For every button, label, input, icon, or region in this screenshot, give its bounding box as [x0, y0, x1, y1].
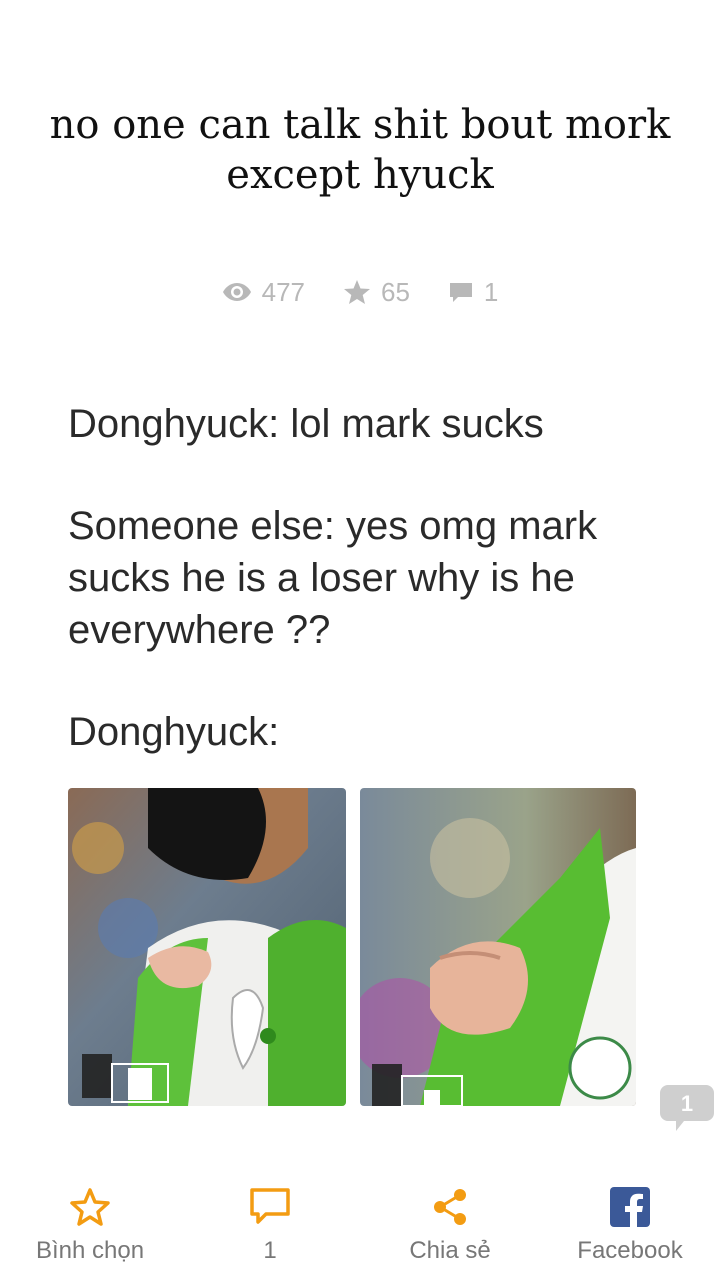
share-button[interactable]: Chia sẻ [360, 1175, 540, 1280]
views-stat: 477 [222, 277, 305, 308]
meme-line-1: Donghyuck: lol mark sucks [68, 402, 544, 446]
votes-count: 65 [381, 276, 410, 307]
share-icon [430, 1185, 470, 1229]
star-outline-icon [69, 1185, 111, 1229]
comment-button[interactable]: 1 [180, 1175, 360, 1280]
comment-icon [448, 280, 474, 304]
meme-line-2: Someone else: yes omg mark sucks he is a… [68, 504, 598, 652]
comments-stat: 1 [448, 277, 498, 308]
meme-line-3: Donghyuck: [68, 710, 280, 754]
eye-icon [222, 281, 252, 303]
comments-count: 1 [483, 276, 499, 307]
meme-photo-right [360, 788, 636, 1106]
story-title: no one can talk shit bout mork except hy… [49, 102, 671, 198]
floating-comment-bubble[interactable]: 1 [660, 1085, 714, 1133]
facebook-label: Facebook [577, 1237, 683, 1264]
star-icon [343, 279, 371, 305]
comment-label: 1 [263, 1237, 277, 1264]
vote-label: Bình chọn [35, 1237, 145, 1264]
meme-photo-left [68, 788, 346, 1106]
comment-outline-icon [249, 1185, 291, 1229]
story-stats: 477 65 1 [0, 270, 720, 314]
views-count: 477 [261, 276, 305, 307]
votes-stat: 65 [343, 277, 410, 308]
facebook-button[interactable]: Facebook [540, 1175, 720, 1280]
vote-button[interactable]: Bình chọn [0, 1175, 180, 1280]
share-label: Chia sẻ [409, 1237, 491, 1264]
bottom-action-bar: Bình chọn 1 Chia sẻ Facebook [0, 1175, 720, 1280]
floating-comment-count: 1 [680, 1091, 694, 1116]
facebook-icon [610, 1185, 650, 1229]
